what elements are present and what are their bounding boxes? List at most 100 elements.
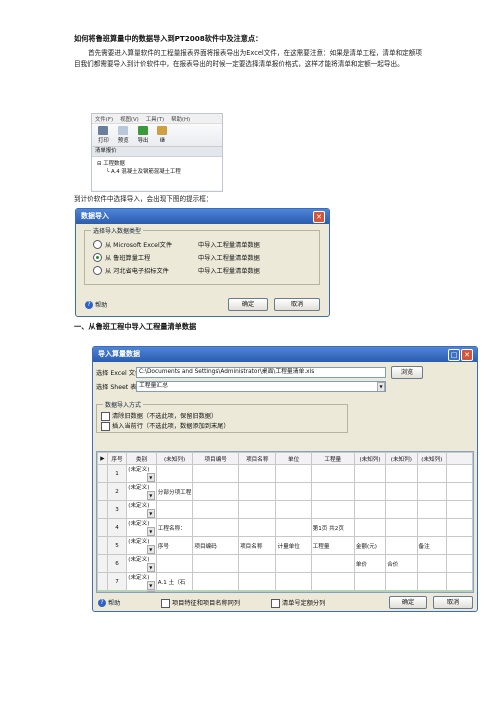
- table-cell[interactable]: [353, 518, 387, 537]
- table-cell[interactable]: [238, 500, 277, 519]
- chevron-down-icon[interactable]: ▼: [377, 382, 385, 391]
- table-cell[interactable]: [353, 590, 387, 592]
- chevron-down-icon[interactable]: ▼: [146, 509, 155, 518]
- menu-tools[interactable]: 工具(T): [146, 115, 164, 123]
- table-cell[interactable]: 824.815: [310, 590, 355, 592]
- table-cell[interactable]: [192, 518, 240, 537]
- checkbox-icon[interactable]: [161, 598, 170, 608]
- file-path-input[interactable]: C:\Documents and Settings\Administrator\…: [136, 367, 386, 378]
- table-cell[interactable]: [385, 500, 418, 519]
- table-cell[interactable]: 金额(元): [353, 536, 387, 555]
- split-column-checkbox[interactable]: 清单号定额分列: [271, 598, 325, 608]
- cancel-button[interactable]: 取消: [433, 596, 473, 609]
- table-cell[interactable]: [192, 464, 240, 483]
- option-excel[interactable]: 从 Microsoft Excel文件 中导入工程量清单数据: [93, 240, 260, 249]
- table-cell[interactable]: [446, 554, 473, 573]
- chevron-down-icon[interactable]: ▼: [146, 473, 155, 482]
- table-cell[interactable]: [310, 482, 355, 501]
- table-cell[interactable]: [416, 482, 448, 501]
- table-cell[interactable]: [416, 554, 448, 573]
- category-cell[interactable]: (未定义) ▼: [126, 536, 157, 555]
- maximize-icon[interactable]: □: [448, 349, 460, 361]
- option-luban[interactable]: 从 鲁班算量工程 中导入工程量清单数据: [93, 253, 260, 262]
- grid-header[interactable]: (未知列): [353, 452, 387, 465]
- table-cell[interactable]: 工程名称：: [155, 518, 194, 537]
- category-cell[interactable]: (未定义) ▼: [126, 500, 157, 519]
- table-cell[interactable]: 序号: [155, 536, 194, 555]
- help-link[interactable]: ? 帮助: [85, 300, 107, 309]
- table-cell[interactable]: [385, 518, 418, 537]
- grid-header[interactable]: 序号: [106, 452, 128, 465]
- same-column-checkbox[interactable]: 项目特征和项目名称同列: [161, 598, 240, 608]
- table-cell[interactable]: [385, 464, 418, 483]
- table-cell[interactable]: [416, 464, 448, 483]
- chevron-down-icon[interactable]: ▼: [146, 545, 155, 554]
- help-link[interactable]: ? 帮助: [98, 598, 120, 607]
- table-cell[interactable]: m2: [275, 590, 312, 592]
- chevron-down-icon[interactable]: ▼: [146, 491, 155, 500]
- table-row[interactable]: 3 (未定义) ▼: [97, 500, 473, 519]
- category-cell[interactable]: (未定义) ▼: [126, 554, 157, 573]
- cancel-button[interactable]: 取消: [274, 298, 320, 311]
- table-cell[interactable]: [275, 554, 312, 573]
- browse-button[interactable]: 浏览: [391, 366, 423, 379]
- table-cell[interactable]: [192, 572, 240, 591]
- table-cell[interactable]: [238, 518, 277, 537]
- grid-header[interactable]: (未知列): [416, 452, 448, 465]
- grid-header[interactable]: 项目编号: [192, 452, 240, 465]
- close-icon[interactable]: ✕: [313, 211, 325, 223]
- table-row[interactable]: 1 (未定义) ▼: [97, 464, 473, 483]
- ok-button[interactable]: 确定: [389, 596, 427, 609]
- table-cell[interactable]: [310, 464, 355, 483]
- table-cell[interactable]: [238, 572, 277, 591]
- table-cell[interactable]: [275, 464, 312, 483]
- table-row[interactable]: 4 (未定义) ▼ 工程名称： 第1页 共2页: [97, 518, 473, 537]
- radio-icon[interactable]: [93, 266, 102, 275]
- table-cell[interactable]: [310, 554, 355, 573]
- table-cell[interactable]: 单价: [353, 554, 387, 573]
- table-cell[interactable]: [385, 590, 418, 592]
- table-cell[interactable]: [275, 518, 312, 537]
- export-button[interactable]: 导出: [138, 126, 148, 146]
- table-cell[interactable]: [446, 590, 473, 592]
- tree-root[interactable]: ⊟ 工程数据: [97, 160, 222, 168]
- checkbox-icon[interactable]: [271, 598, 280, 608]
- table-cell[interactable]: [238, 554, 277, 573]
- grid-header[interactable]: (未知列): [155, 452, 194, 465]
- table-cell[interactable]: [155, 554, 194, 573]
- table-cell[interactable]: [416, 590, 448, 592]
- table-cell[interactable]: 合价: [385, 554, 418, 573]
- table-cell[interactable]: 010101001001: [192, 590, 240, 592]
- grid-header[interactable]: (未知列): [385, 452, 418, 465]
- ok-button[interactable]: 确定: [228, 298, 268, 311]
- table-cell[interactable]: 平整场地: [238, 590, 277, 592]
- close-icon[interactable]: ✕: [461, 349, 473, 361]
- table-cell[interactable]: [192, 482, 240, 501]
- table-cell[interactable]: [446, 572, 473, 591]
- table-cell[interactable]: [238, 464, 277, 483]
- table-cell[interactable]: [353, 572, 387, 591]
- table-cell[interactable]: [446, 482, 473, 501]
- table-cell[interactable]: 项目编码: [192, 536, 240, 555]
- chevron-down-icon[interactable]: ▼: [146, 563, 155, 572]
- table-cell[interactable]: [446, 500, 473, 519]
- table-cell[interactable]: 第1页 共2页: [310, 518, 355, 537]
- table-cell[interactable]: 分部分项工程: [155, 482, 194, 501]
- table-cell[interactable]: 1: [155, 590, 194, 592]
- chevron-down-icon[interactable]: ▼: [146, 591, 155, 592]
- table-cell[interactable]: [353, 500, 387, 519]
- radio-icon[interactable]: [93, 240, 102, 249]
- table-cell[interactable]: [155, 500, 194, 519]
- menu-file[interactable]: 文件(F): [95, 115, 113, 123]
- table-cell[interactable]: [238, 482, 277, 501]
- table-cell[interactable]: [275, 500, 312, 519]
- insert-row-checkbox[interactable]: 插入当前行（不选此项，数据添加到末尾）: [101, 421, 230, 431]
- checkbox-icon[interactable]: [101, 411, 110, 421]
- table-row[interactable]: 2 (未定义) ▼ 分部分项工程: [97, 482, 473, 501]
- table-cell[interactable]: [192, 500, 240, 519]
- grid-header[interactable]: 类别: [126, 452, 157, 465]
- table-cell[interactable]: [446, 464, 473, 483]
- table-row[interactable]: 7 (未定义) ▼ A.1 土（石: [97, 572, 473, 591]
- table-cell[interactable]: [385, 536, 418, 555]
- table-cell[interactable]: [385, 572, 418, 591]
